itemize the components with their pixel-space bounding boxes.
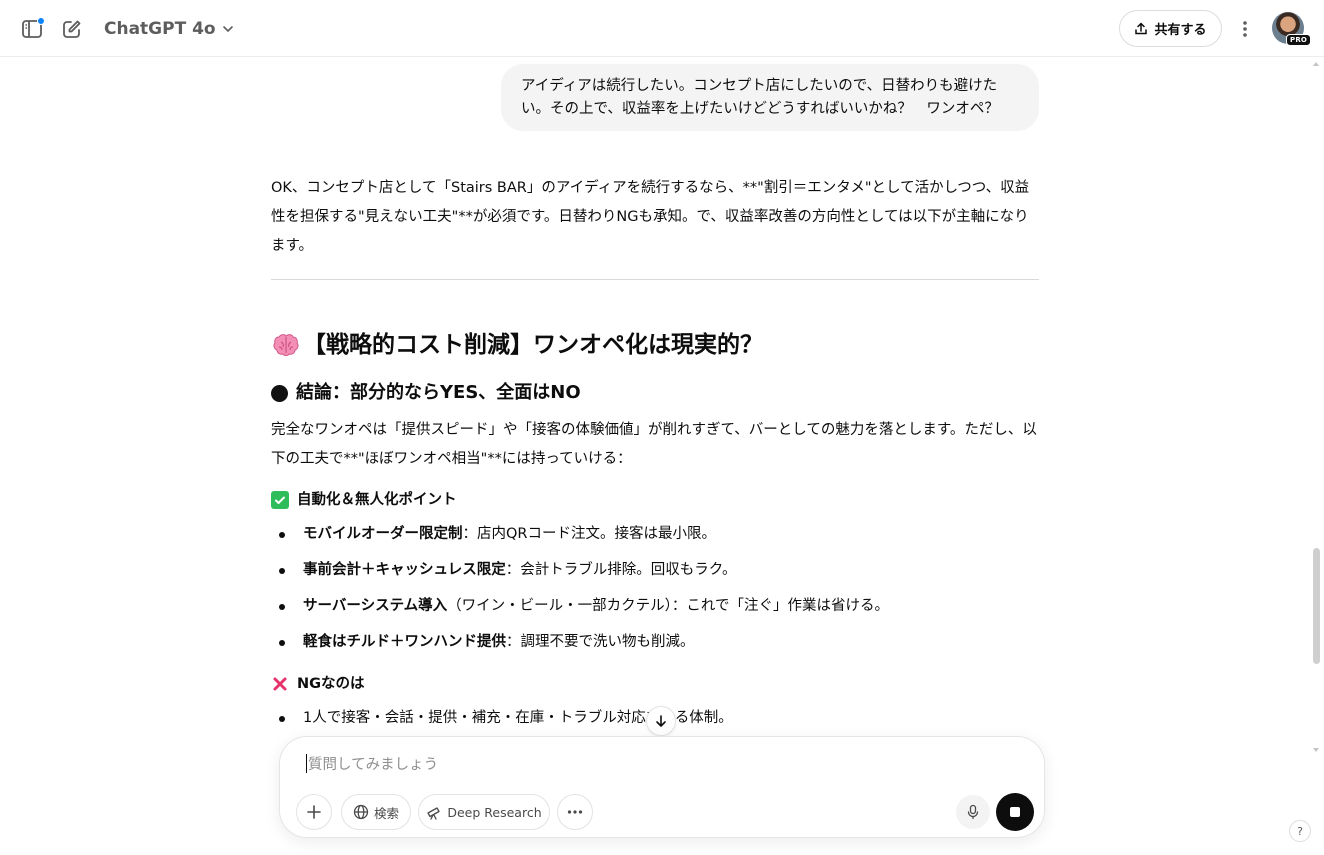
more-options-button[interactable] <box>1231 12 1259 46</box>
cross-mark-icon <box>271 675 289 693</box>
list-item-text: ：会計トラブル排除。回収もラク。 <box>505 562 737 578</box>
deep-research-button[interactable]: Deep Research <box>418 794 550 830</box>
telescope-icon <box>427 807 441 820</box>
more-horizontal-icon <box>567 810 583 814</box>
share-icon <box>1135 22 1148 34</box>
response-heading: 【戦略的コスト削減】ワンオペ化は現実的？ <box>271 327 763 363</box>
list-item-bold: モバイルオーダー限定制 <box>303 526 463 542</box>
deep-research-label: Deep Research <box>447 804 542 820</box>
edit-icon <box>63 20 81 38</box>
list-item: 事前会計＋キャッシュレス限定：会計トラブル排除。回収もラク。 <box>279 558 1023 582</box>
more-tools-button[interactable] <box>557 794 593 830</box>
scroll-down-arrow-icon[interactable] <box>1312 746 1320 754</box>
ng-section-heading: NGなのは <box>271 672 365 696</box>
response-heading-text: 【戦略的コスト削減】ワンオペ化は現実的？ <box>303 332 763 358</box>
arrow-down-icon <box>656 715 666 727</box>
conclusion-heading-text: 結論：部分的ならYES、全面はNO <box>296 382 581 403</box>
message-composer: 質問してみましょう 検索 Deep Research <box>279 736 1045 838</box>
text-caret <box>306 754 307 773</box>
divider <box>271 279 1039 280</box>
list-item-text: （ワイン・ビール・一部カクテル）：これで「注ぐ」作業は省ける。 <box>447 598 889 614</box>
plus-icon <box>307 805 321 819</box>
stop-generating-button[interactable] <box>996 793 1034 831</box>
user-message-bubble: アイディアは続行したい。コンセプト店にしたいので、日替わりも避けたい。その上で、… <box>501 64 1039 131</box>
model-name: ChatGPT 4o <box>104 19 216 39</box>
ng-section-title: NGなのは <box>297 676 365 692</box>
assistant-intro-paragraph: OK、コンセプト店として「Stairs BAR」のアイディアを続行するなら、**… <box>271 180 1030 254</box>
list-item-bold: 事前会計＋キャッシュレス限定 <box>303 562 506 578</box>
share-label: 共有する <box>1154 23 1207 38</box>
prompt-placeholder: 質問してみましょう <box>308 757 439 773</box>
avatar[interactable]: PRO <box>1272 12 1312 46</box>
new-chat-button[interactable] <box>55 12 89 46</box>
summary-paragraph: 完全なワンオペは「提供スピード」や「接客の体験価値」が削れすぎて、バーとしての魅… <box>271 422 1037 467</box>
globe-icon <box>353 804 369 820</box>
list-item-text: ：調理不要で洗い物も削減。 <box>506 634 695 650</box>
automation-section-title: 自動化＆無人化ポイント <box>297 492 457 508</box>
more-vertical-icon <box>1243 21 1247 37</box>
search-button-label: 検索 <box>373 805 399 821</box>
model-selector[interactable]: ChatGPT 4o <box>98 14 240 44</box>
black-circle-icon <box>271 384 288 402</box>
list-item: モバイルオーダー限定制：店内QRコード注文。接客は最小限。 <box>279 522 1023 546</box>
list-item-bold: サーバーシステム導入 <box>303 598 448 614</box>
scrollbar-thumb[interactable] <box>1313 548 1320 664</box>
chevron-down-icon <box>222 26 233 33</box>
microphone-button[interactable] <box>956 795 990 829</box>
stop-icon <box>1010 807 1020 817</box>
search-button[interactable]: 検索 <box>341 794 411 830</box>
scroll-up-arrow-icon[interactable] <box>1312 60 1320 68</box>
list-item: サーバーシステム導入（ワイン・ビール・一部カクテル）：これで「注ぐ」作業は省ける… <box>279 594 1023 618</box>
scroll-to-bottom-button[interactable] <box>646 706 676 736</box>
list-item: 軽食はチルド＋ワンハンド提供：調理不要で洗い物も削減。 <box>279 630 1023 654</box>
conclusion-heading: 結論：部分的ならYES、全面はNO <box>271 378 581 408</box>
notification-dot <box>37 17 45 25</box>
list-item-text: ：店内QRコード注文。接客は最小限。 <box>462 526 717 542</box>
list-item-bold: 軽食はチルド＋ワンハンド提供 <box>303 634 506 650</box>
top-bar: ChatGPT 4o 共有する PRO <box>0 0 1324 57</box>
automation-section-heading: 自動化＆無人化ポイント <box>271 488 457 512</box>
check-mark-icon <box>271 491 289 509</box>
microphone-icon <box>967 804 979 820</box>
brain-icon <box>273 334 299 356</box>
help-button[interactable]: ? <box>1289 820 1311 842</box>
pro-badge: PRO <box>1286 34 1312 46</box>
prompt-input[interactable]: 質問してみましょう <box>306 753 438 774</box>
sidebar-toggle-button[interactable] <box>15 12 49 46</box>
share-button[interactable]: 共有する <box>1119 10 1222 47</box>
add-attachment-button[interactable] <box>296 794 332 830</box>
